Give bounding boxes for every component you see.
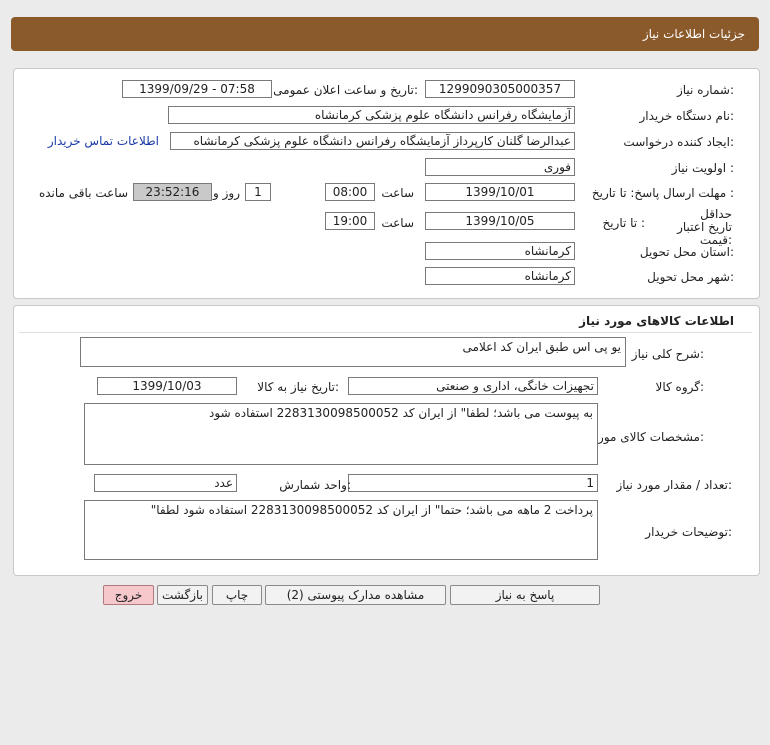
price-validity-to-label: تا تاریخ : (602, 216, 645, 230)
reply-time-field: 08:00 (325, 183, 375, 201)
priority-label: اولویت نیاز : (671, 161, 734, 175)
need-number-field: 1299090305000357 (425, 80, 575, 98)
validity-time-label: ساعت (381, 216, 414, 230)
reply-button[interactable]: پاسخ به نیاز (450, 585, 600, 605)
unit-label: واحد شمارش: (279, 478, 351, 492)
city-label: شهر محل تحویل: (647, 270, 734, 284)
page-header: جزئیات اطلاعات نیاز (11, 17, 759, 51)
buyer-notes-label: توضیحات خریدار: (645, 525, 732, 539)
buyer-org-label: نام دستگاه خریدار: (639, 109, 735, 123)
reply-deadline-label: مهلت ارسال پاسخ: تا تاریخ : (591, 186, 734, 200)
buyer-contact-link[interactable]: اطلاعات تماس خریدار (48, 134, 159, 148)
view-attachments-button[interactable]: مشاهده مدارک پیوستی (2) (265, 585, 446, 605)
print-button[interactable]: چاپ (212, 585, 262, 605)
section-divider (19, 332, 752, 333)
goods-section-title: اطلاعات کالاهای مورد نیاز (579, 314, 734, 328)
reply-time-label: ساعت (381, 186, 414, 200)
quantity-field: 1 (348, 474, 598, 492)
need-date-label: تاریخ نیاز به کالا: (257, 380, 339, 394)
province-label: استان محل تحویل: (639, 245, 734, 259)
remaining-label: ساعت باقی مانده (38, 186, 128, 200)
announce-date-label: تاریخ و ساعت اعلان عمومی: (273, 83, 418, 97)
city-field: کرمانشاه (425, 267, 575, 285)
validity-time-field: 19:00 (325, 212, 375, 230)
goods-group-field: تجهیزات خانگی، اداری و صنعتی (348, 377, 598, 395)
general-desc-field: یو پی اس طبق ایران کد اعلامی (80, 337, 626, 367)
back-button[interactable]: بازگشت (157, 585, 208, 605)
specs-field: به پیوست می باشد؛ لطفا" از ایران کد 2283… (84, 403, 598, 465)
announce-date-field: 1399/09/29 - 07:58 (122, 80, 272, 98)
province-field: کرمانشاه (425, 242, 575, 260)
remaining-time-field: 23:52:16 (133, 183, 212, 201)
exit-button[interactable]: خروج (103, 585, 154, 605)
remaining-days-field: 1 (245, 183, 271, 201)
requester-field: عبدالرضا گلنان کارپرداز آزمایشگاه رفرانس… (170, 132, 575, 150)
need-info-panel (13, 68, 760, 299)
need-number-label: شماره نیاز: (676, 83, 734, 97)
general-desc-label: شرح کلی نیاز: (631, 347, 704, 361)
buyer-notes-field: پرداخت 2 ماهه می باشد؛ حتما" از ایران کد… (84, 500, 598, 560)
reply-date-field: 1399/10/01 (425, 183, 575, 201)
need-date-field: 1399/10/03 (97, 377, 237, 395)
priority-field: فوری (425, 158, 575, 176)
quantity-label: تعداد / مقدار مورد نیاز: (616, 478, 732, 492)
goods-group-label: گروه کالا: (655, 380, 705, 394)
page-title: جزئیات اطلاعات نیاز (642, 27, 745, 41)
validity-date-field: 1399/10/05 (425, 212, 575, 230)
unit-field: عدد (94, 474, 237, 492)
price-validity-label: حداقل تاریخ اعتبار قیمت: (677, 207, 732, 247)
requester-label: ایجاد کننده درخواست: (623, 135, 734, 149)
days-label: روز و (213, 186, 240, 200)
buyer-org-field: آزمایشگاه رفرانس دانشگاه علوم پزشکی کرما… (168, 106, 575, 124)
